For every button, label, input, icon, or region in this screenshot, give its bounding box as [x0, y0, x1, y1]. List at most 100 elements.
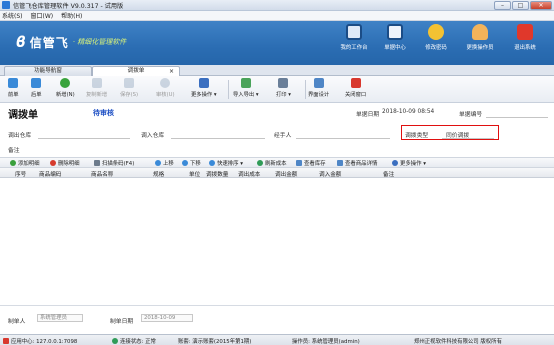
- button-label: 更多操作 ▾: [400, 161, 426, 167]
- scan-barcode-button[interactable]: 扫描条码(F4): [94, 159, 134, 167]
- menu-window[interactable]: 窗口(W): [31, 11, 54, 20]
- refresh-cost-button[interactable]: 刷新成本: [257, 159, 287, 167]
- layout-design-button[interactable]: 界面设计: [308, 78, 329, 98]
- maximize-button[interactable]: □: [512, 1, 529, 10]
- next-doc-button[interactable]: 后单: [31, 78, 42, 98]
- company-copyright: 郑州正视软件科技有限公司 版权所有: [414, 337, 502, 345]
- tab-function-navigator[interactable]: 功能导航窗: [4, 66, 92, 76]
- account-status: 账套: 演示账套(2015年第1期): [178, 337, 251, 345]
- nav-change-password[interactable]: 修改密码: [416, 24, 456, 51]
- delete-row-icon: [50, 160, 56, 166]
- more-detail-actions-button[interactable]: 更多操作 ▾: [392, 159, 426, 167]
- menu-bar: 系统(S) 窗口(W) 帮助(H): [0, 11, 554, 21]
- document-list-icon: [387, 24, 403, 40]
- button-label: 扫描条码(F4): [102, 161, 135, 167]
- more-actions-button[interactable]: 更多操作 ▾: [191, 78, 217, 98]
- nav-label: 单据中心: [384, 45, 406, 51]
- button-label: 查看库存: [304, 161, 326, 167]
- maker-label: 制单人: [8, 319, 26, 325]
- in-warehouse-field[interactable]: [171, 138, 265, 139]
- copy-new-button[interactable]: 复制新增: [86, 78, 107, 98]
- nav-label: 退出系统: [514, 45, 536, 51]
- doc-no-field[interactable]: [486, 117, 548, 118]
- column-header[interactable]: 商品名称: [91, 170, 113, 178]
- delete-row-button[interactable]: 删除明细: [50, 159, 80, 167]
- out-warehouse-label: 调出仓库: [8, 133, 32, 139]
- doc-date-field[interactable]: 2018-10-09 08:54: [382, 109, 434, 115]
- remark-label: 备注: [8, 148, 20, 154]
- add-row-button[interactable]: 添加明细: [10, 159, 40, 167]
- move-down-button[interactable]: 下移: [182, 159, 201, 167]
- status-text: 应用中心: 127.0.0.1:7098: [11, 339, 78, 345]
- toolbar-divider: [305, 80, 306, 99]
- button-label: 下移: [190, 161, 201, 167]
- nav-my-workbench[interactable]: 我的工作台: [334, 24, 374, 51]
- minimize-button[interactable]: –: [494, 1, 511, 10]
- status-text: 账套: 演示账套(2015年第1期): [178, 339, 252, 345]
- save-button[interactable]: 保存(S): [120, 78, 138, 98]
- detail-icon: [337, 160, 343, 166]
- doc-date-label: 单据日期: [356, 112, 380, 118]
- column-header[interactable]: 单位: [189, 170, 200, 178]
- view-product-detail-button[interactable]: 查看商品详情: [337, 159, 377, 167]
- main-toolbar: 前单 后单 新增(N) 复制新增 保存(S) 审核(U) 更多操作 ▾ 导入导出…: [0, 76, 554, 103]
- tab-close-icon[interactable]: ×: [169, 67, 174, 76]
- column-header[interactable]: 调入金额: [319, 170, 341, 178]
- column-header[interactable]: 规格: [153, 170, 164, 178]
- button-label: 界面设计: [308, 92, 330, 98]
- column-header[interactable]: 调出金额: [275, 170, 297, 178]
- button-label: 上移: [163, 161, 174, 167]
- app-logo-icon: [2, 1, 10, 9]
- quick-sort-button[interactable]: 快速排序 ▾: [209, 159, 243, 167]
- brand-logo: ϐ 信管飞 · 精细化管理软件: [16, 33, 126, 51]
- view-stock-button[interactable]: 查看库存: [296, 159, 326, 167]
- key-lock-icon: [428, 24, 444, 40]
- column-header[interactable]: 调出成本: [238, 170, 260, 178]
- handler-field[interactable]: [296, 138, 390, 139]
- copy-icon: [91, 78, 102, 88]
- button-label: 快速排序 ▾: [217, 161, 243, 167]
- column-header[interactable]: 序号: [15, 170, 26, 178]
- tab-label: 功能导航窗: [34, 68, 62, 74]
- server-status: 应用中心: 127.0.0.1:7098: [3, 337, 77, 345]
- nav-switch-operator[interactable]: 更换操作员: [460, 24, 500, 51]
- window-title: 信管飞仓库管理软件 V9.0.317 - 试用版: [13, 2, 124, 10]
- window-titlebar: 信管飞仓库管理软件 V9.0.317 - 试用版 – □ ✕: [0, 0, 554, 11]
- brand-mark-icon: ϐ: [16, 33, 26, 51]
- button-label: 添加明细: [18, 161, 40, 167]
- nav-exit-system[interactable]: 退出系统: [505, 24, 545, 51]
- column-header[interactable]: 商品编码: [39, 170, 61, 178]
- column-header[interactable]: 备注: [383, 170, 394, 178]
- add-circle-icon: [60, 78, 71, 88]
- menu-help[interactable]: 帮助(H): [61, 11, 82, 20]
- button-label: 刷新成本: [265, 161, 287, 167]
- more-actions-icon: [198, 78, 209, 88]
- approve-button[interactable]: 审核(U): [156, 78, 175, 98]
- nav-document-center[interactable]: 单据中心: [375, 24, 415, 51]
- column-header[interactable]: 调拨数量: [206, 170, 228, 178]
- connection-status: 连接状态: 正常: [112, 337, 156, 345]
- button-label: 新增(N): [56, 92, 75, 98]
- arrow-left-icon: [8, 78, 19, 88]
- in-warehouse-label: 调入仓库: [141, 133, 165, 139]
- maker-field: 系统管理员: [37, 314, 83, 322]
- toolbar-divider: [228, 80, 229, 99]
- move-up-button[interactable]: 上移: [155, 159, 174, 167]
- server-icon: [3, 338, 9, 344]
- out-warehouse-field[interactable]: [38, 138, 130, 139]
- brand-tagline: · 精细化管理软件: [72, 38, 127, 46]
- prev-doc-button[interactable]: 前单: [8, 78, 19, 98]
- import-export-button[interactable]: 导入导出 ▾: [233, 78, 259, 98]
- close-window-button[interactable]: ✕: [530, 1, 552, 10]
- monitor-icon: [346, 24, 362, 40]
- new-button[interactable]: 新增(N): [56, 78, 75, 98]
- arrow-right-icon: [31, 78, 42, 88]
- print-button[interactable]: 打印 ▾: [276, 78, 291, 98]
- menu-system[interactable]: 系统(S): [2, 11, 23, 20]
- barcode-icon: [94, 160, 100, 166]
- button-label: 关闭窗口: [345, 92, 367, 98]
- detail-grid-body[interactable]: [0, 178, 554, 306]
- close-form-button[interactable]: 关闭窗口: [345, 78, 366, 98]
- button-label: 保存(S): [120, 92, 139, 98]
- order-header-form: 调拨单 待审核 单据日期 2018-10-09 08:54 单据编号 调出仓库 …: [0, 103, 554, 157]
